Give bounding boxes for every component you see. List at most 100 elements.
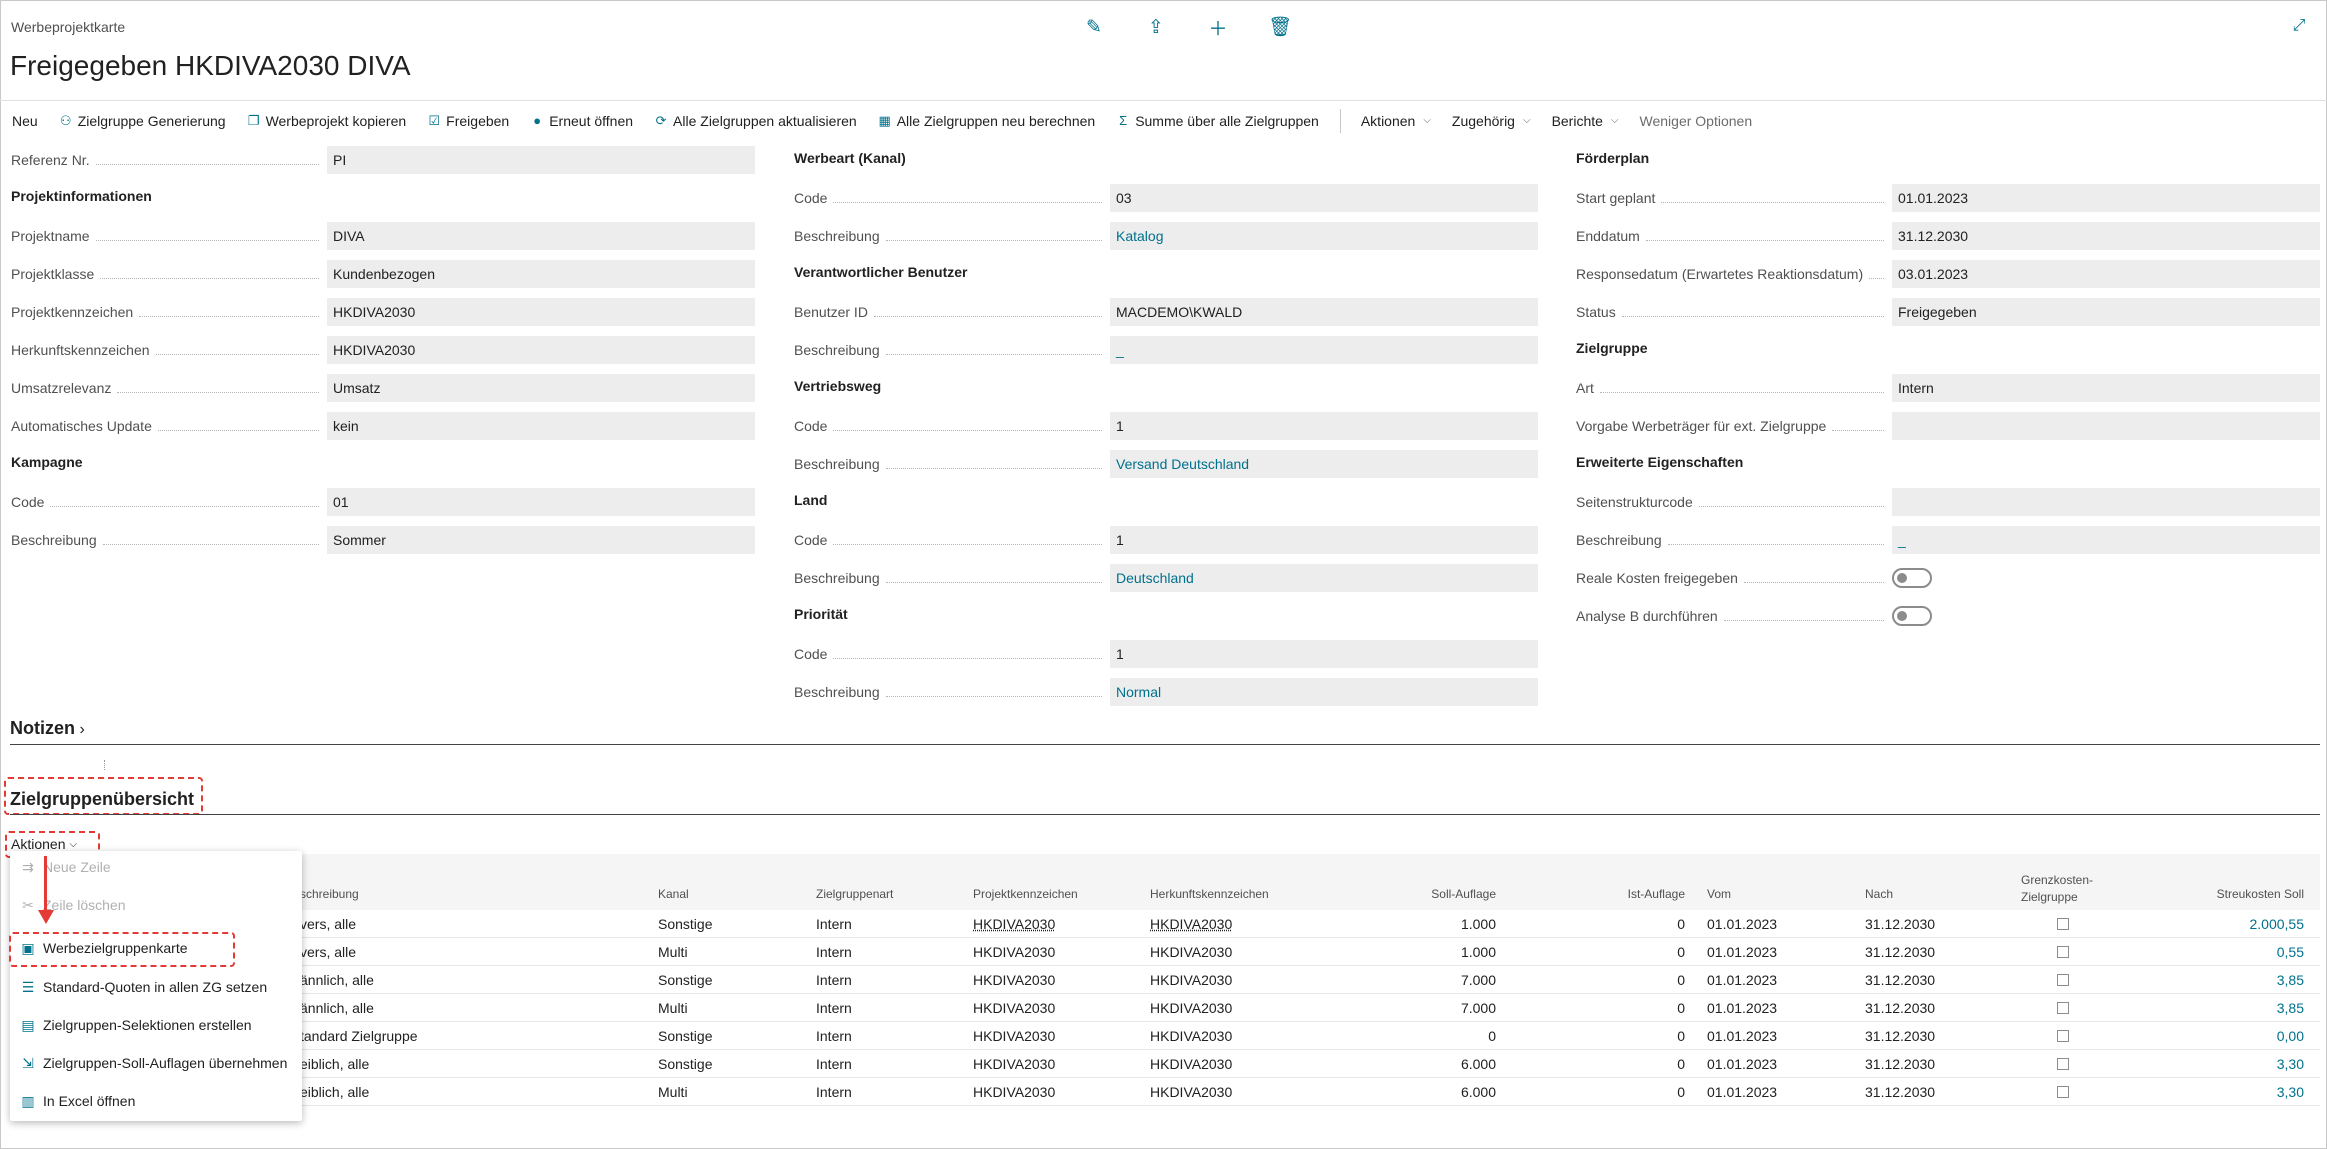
automatisches-update-input[interactable]: kein (327, 412, 755, 440)
field-vertrieb-beschreibung: Beschreibung Versand Deutschland (794, 450, 1538, 488)
cell-streukosten-soll[interactable]: 3,30 (2150, 1056, 2304, 1072)
land-code-input[interactable]: 1 (1110, 526, 1538, 554)
zielgruppe-generierung-button[interactable]: ⚇ Zielgruppe Generierung (59, 113, 226, 129)
col-projektkennzeichen[interactable]: Projektkennzeichen (973, 887, 1078, 901)
table-row[interactable] (300, 1077, 2320, 1078)
col-grenzkosten[interactable]: Grenzkosten- (2021, 873, 2093, 887)
kampagne-code-input[interactable]: 01 (327, 488, 755, 516)
seitenstrukturcode-input[interactable] (1892, 488, 2320, 516)
col-beschreibung[interactable]: schreibung (300, 887, 359, 901)
table-row[interactable] (300, 937, 2320, 938)
field-label: Beschreibung (794, 228, 880, 244)
col-streukosten-soll[interactable]: Streukosten Soll (2150, 887, 2304, 901)
new-button-label: Neu (12, 112, 38, 129)
werbeprojekt-kopieren-button[interactable]: ❐ Werbeprojekt kopieren (247, 113, 406, 129)
menu-item-excel[interactable]: ▥ In Excel öffnen (10, 1085, 302, 1117)
table-row[interactable] (300, 965, 2320, 966)
trash-icon[interactable]: 🗑 (1266, 15, 1294, 39)
col-zielgruppenart[interactable]: Zielgruppenart (816, 887, 893, 901)
field-herkunftskennzeichen: Herkunftskennzeichen HKDIVA2030 (11, 336, 755, 374)
cell-streukosten-soll[interactable]: 3,85 (2150, 1000, 2304, 1016)
kampagne-beschreibung-input[interactable]: Sommer (327, 526, 755, 554)
grenzkosten-checkbox[interactable] (2057, 974, 2069, 986)
notizen-header[interactable]: Notizen › (10, 718, 85, 739)
col-kanal[interactable]: Kanal (658, 887, 689, 901)
grenzkosten-checkbox[interactable] (2057, 1058, 2069, 1070)
analyse-b-toggle[interactable] (1892, 606, 1932, 626)
col-herkunftskennzeichen[interactable]: Herkunftskennzeichen (1150, 887, 1269, 901)
erw-beschreibung-link[interactable]: _ (1892, 526, 2320, 554)
menu-berichte[interactable]: Berichte ⌵ (1552, 113, 1619, 129)
status-input[interactable]: Freigegeben (1892, 298, 2320, 326)
alle-zielgruppen-neu-berechnen-label: Alle Zielgruppen neu berechnen (896, 112, 1096, 129)
field-label: Enddatum (1576, 228, 1640, 244)
vertrieb-code-input[interactable]: 1 (1110, 412, 1538, 440)
cell-streukosten-soll[interactable]: 0,00 (2150, 1028, 2304, 1044)
grenzkosten-checkbox[interactable] (2057, 918, 2069, 930)
werbeart-code-input[interactable]: 03 (1110, 184, 1538, 212)
vorgabe-input[interactable] (1892, 412, 2320, 440)
projektname-input[interactable]: DIVA (327, 222, 755, 250)
vertrieb-beschreibung-link[interactable]: Versand Deutschland (1110, 450, 1538, 478)
grenzkosten-checkbox[interactable] (2057, 1086, 2069, 1098)
field-label: Status (1576, 304, 1616, 320)
herkunftskennzeichen-input[interactable]: HKDIVA2030 (327, 336, 755, 364)
freigeben-button[interactable]: ☑ Freigeben (427, 113, 509, 129)
start-geplant-input[interactable]: 01.01.2023 (1892, 184, 2320, 212)
field-label: Projektkennzeichen (11, 304, 134, 320)
table-row[interactable] (300, 993, 2320, 994)
menu-zugehoerig[interactable]: Zugehörig ⌵ (1452, 113, 1531, 129)
reale-kosten-toggle[interactable] (1892, 568, 1932, 588)
weniger-optionen-button[interactable]: Weniger Optionen (1640, 113, 1753, 129)
werbeart-beschreibung-link[interactable]: Katalog (1110, 222, 1538, 250)
menu-item-standard-quoten[interactable]: ☰ Standard-Quoten in allen ZG setzen (10, 971, 302, 1003)
enddatum-input[interactable]: 31.12.2030 (1892, 222, 2320, 250)
share-icon[interactable]: ⇪ (1142, 15, 1170, 39)
grenzkosten-checkbox[interactable] (2057, 1002, 2069, 1014)
expand-icon[interactable]: ⤢ (2285, 14, 2313, 38)
col-soll-auflage[interactable]: Soll-Auflage (1360, 887, 1496, 901)
menu-item-label: Neue Zeile (43, 859, 111, 875)
prio-beschreibung-link[interactable]: Normal (1110, 678, 1538, 706)
cell-projektkennzeichen: HKDIVA2030 (973, 1028, 1056, 1044)
erneut-oeffnen-button[interactable]: ● Erneut öffnen (530, 113, 633, 129)
field-kampagne-code: Code 01 (11, 488, 755, 526)
cell-streukosten-soll[interactable]: 2.000,55 (2150, 916, 2305, 932)
menu-aktionen[interactable]: Aktionen ⌵ (1361, 113, 1431, 129)
col-vom[interactable]: Vom (1707, 887, 1731, 901)
table-row[interactable] (300, 1021, 2320, 1022)
menu-item-selektionen[interactable]: ▤ Zielgruppen-Selektionen erstellen (10, 1009, 302, 1041)
alle-zielgruppen-neu-berechnen-button[interactable]: ▦ Alle Zielgruppen neu berechnen (878, 112, 1096, 129)
cell-zielgruppenart: Intern (816, 1056, 852, 1072)
new-button[interactable]: Neu (12, 113, 38, 129)
grenzkosten-checkbox[interactable] (2057, 1030, 2069, 1042)
erneut-oeffnen-label: Erneut öffnen (549, 112, 634, 129)
cell-streukosten-soll[interactable]: 3,85 (2150, 972, 2304, 988)
edit-icon[interactable]: ✎ (1080, 15, 1108, 39)
cell-streukosten-soll[interactable]: 0,55 (2150, 944, 2304, 960)
responsedatum-input[interactable]: 03.01.2023 (1892, 260, 2320, 288)
col-nach[interactable]: Nach (1865, 887, 1893, 901)
benutzer-id-input[interactable]: MACDEMO\KWALD (1110, 298, 1538, 326)
summe-button[interactable]: Σ Summe über alle Zielgruppen (1116, 113, 1319, 129)
menu-item-label: In Excel öffnen (43, 1093, 136, 1109)
table-row[interactable] (300, 1105, 2320, 1106)
benutzer-beschreibung-link[interactable]: _ (1110, 336, 1538, 364)
projektklasse-input[interactable]: Kundenbezogen (327, 260, 755, 288)
plus-icon[interactable]: ＋ (1204, 15, 1232, 40)
grenzkosten-checkbox[interactable] (2057, 946, 2069, 958)
art-input[interactable]: Intern (1892, 374, 2320, 402)
table-row[interactable] (300, 1049, 2320, 1050)
cell-streukosten-soll[interactable]: 3,30 (2150, 1084, 2304, 1100)
menu-item-soll-auflagen[interactable]: ⇲ Zielgruppen-Soll-Auflagen übernehmen (10, 1047, 302, 1079)
cell-ist-auflage: 0 (1677, 1028, 1685, 1044)
col-ist-auflage[interactable]: Ist-Auflage (1560, 887, 1685, 901)
alle-zielgruppen-aktualisieren-button[interactable]: ⟳ Alle Zielgruppen aktualisieren (654, 113, 857, 129)
projektkennzeichen-input[interactable]: HKDIVA2030 (327, 298, 755, 326)
menu-item-label: Zeile löschen (43, 897, 126, 913)
top-icon-bar: ✎ ⇪ ＋ 🗑 (1080, 15, 1294, 40)
land-beschreibung-link[interactable]: Deutschland (1110, 564, 1538, 592)
referenz-input[interactable]: PI (327, 146, 755, 174)
umsatzrelevanz-input[interactable]: Umsatz (327, 374, 755, 402)
prio-code-input[interactable]: 1 (1110, 640, 1538, 668)
